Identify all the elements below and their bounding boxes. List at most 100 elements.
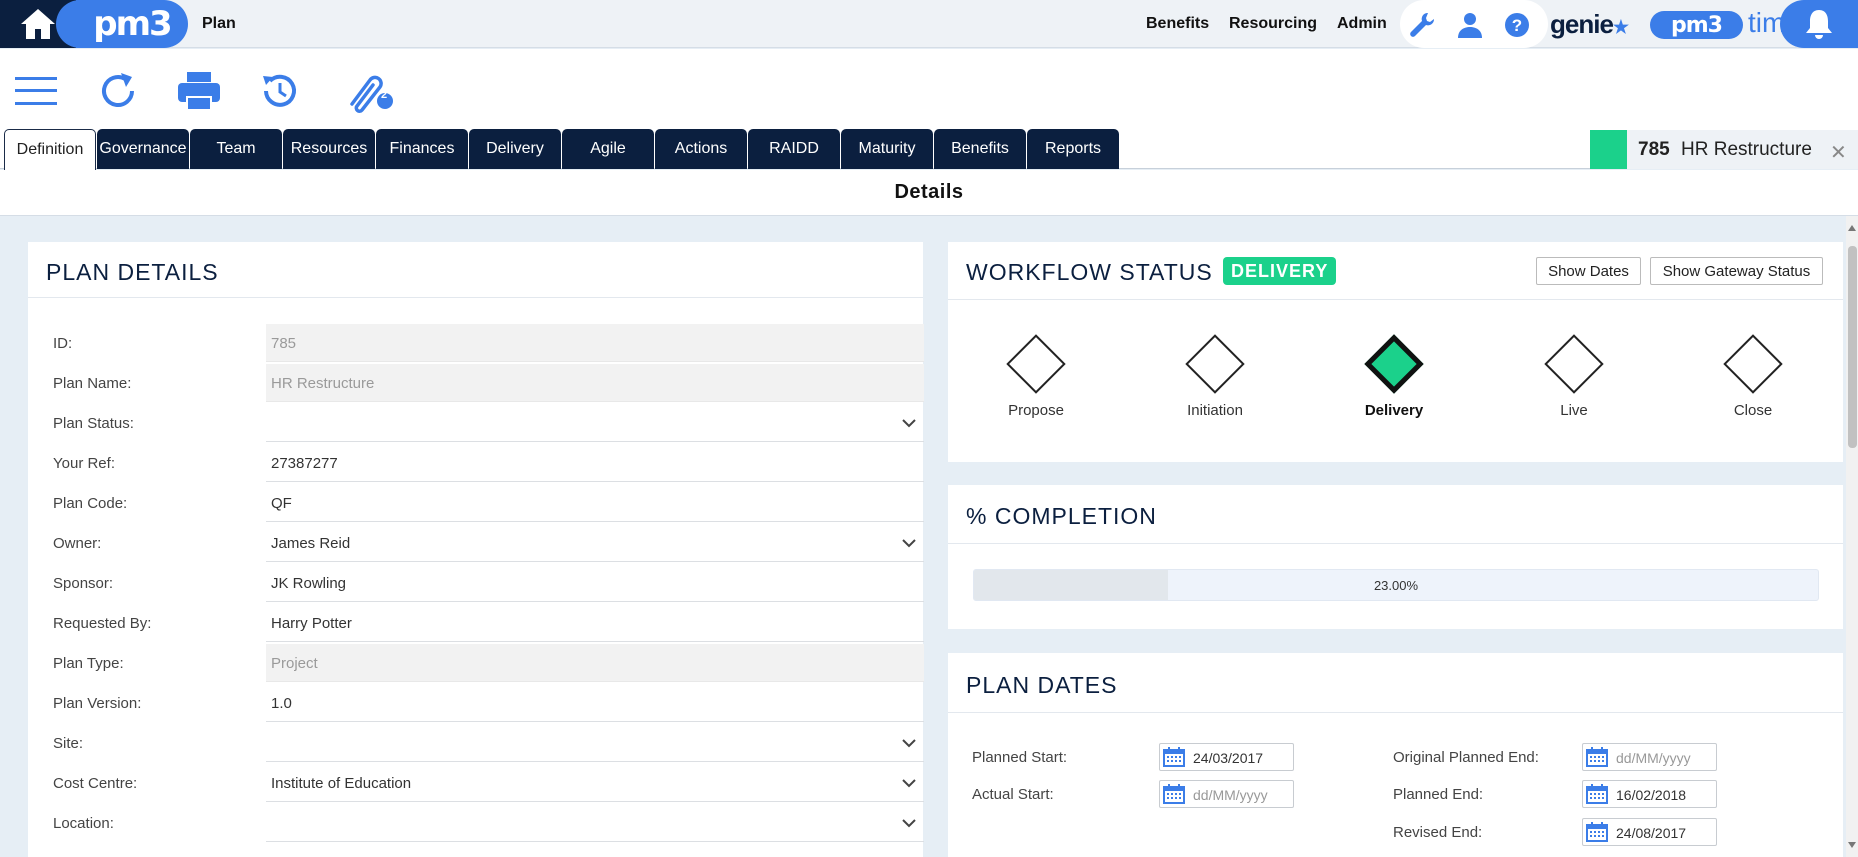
svg-text:?: ? [1512,16,1522,35]
chevron-down-icon [902,779,916,788]
tab-governance[interactable]: Governance [97,129,189,169]
location-select[interactable] [266,804,924,842]
tab-bar: Definition Governance Team Resources Fin… [0,127,1858,170]
field-location: Location: [28,803,924,843]
planned-start-input[interactable]: 24/03/2017 [1159,743,1294,771]
refresh-icon[interactable] [94,67,142,115]
attachments-icon[interactable]: 2 [340,67,396,115]
toolbar: 2 [0,49,1858,127]
help-icon[interactable]: ? [1502,10,1532,40]
scrollbar-thumb[interactable] [1848,246,1857,448]
tab-actions[interactable]: Actions [655,129,747,169]
tab-raidd[interactable]: RAIDD [748,129,840,169]
plan-code-input[interactable]: QF [266,484,924,522]
field-label: Site: [53,735,84,752]
site-select[interactable] [266,724,924,762]
tab-resources[interactable]: Resources [283,129,375,169]
panel-divider [28,297,923,298]
tab-reports[interactable]: Reports [1027,129,1119,169]
chevron-down-icon [902,739,916,748]
show-gateway-status-button[interactable]: Show Gateway Status [1650,257,1823,285]
cost-centre-select[interactable]: Institute of Education [266,764,924,802]
panel-divider [948,712,1843,713]
bell-icon [1806,10,1832,39]
tab-definition[interactable]: Definition [4,129,96,170]
plan-status-select[interactable] [266,404,924,442]
calendar-icon [1163,784,1185,804]
plan-version-input[interactable]: 1.0 [266,684,924,722]
history-icon[interactable] [256,67,304,115]
show-dates-button[interactable]: Show Dates [1536,257,1641,285]
stage-delivery[interactable]: Delivery [1330,334,1450,444]
planned-end-input[interactable]: 16/02/2018 [1582,780,1717,808]
revised-end-input[interactable]: 24/08/2017 [1582,818,1717,846]
plan-dates-panel: PLAN DATES Planned Start: 24/03/2017 Act… [948,653,1843,857]
date-value: 24/03/2017 [1193,750,1264,766]
tab-agile[interactable]: Agile [562,129,654,169]
stage-close[interactable]: Close [1689,334,1809,444]
workflow-title: WORKFLOW STATUS [966,259,1213,285]
progress-text: 23.00% [1373,578,1419,593]
calendar-icon [1586,822,1608,842]
chevron-down-icon [902,539,916,548]
nav-benefits[interactable]: Benefits [1146,15,1209,33]
requested-by-input[interactable]: Harry Potter [266,604,924,642]
current-plan-chip[interactable]: 785 HR Restructure ✕ [1590,130,1858,169]
print-icon[interactable] [175,67,223,115]
owner-select[interactable]: James Reid [266,524,924,562]
calendar-icon [1163,747,1185,767]
date-placeholder: dd/MM/yyyy [1616,750,1691,766]
close-icon[interactable]: ✕ [1830,140,1847,165]
stage-diamond-icon [1544,334,1604,394]
genie-star-icon: ★ [1612,17,1629,37]
field-value: 1.0 [271,695,292,712]
nav-admin[interactable]: Admin [1337,15,1387,33]
stage-diamond-icon [1006,334,1066,394]
wrench-icon[interactable] [1407,10,1437,40]
scroll-down-icon[interactable] [1847,841,1857,849]
field-label: Sponsor: [53,575,114,592]
actual-start-input[interactable]: dd/MM/yyyy [1159,780,1294,808]
chevron-down-icon [902,419,916,428]
tab-maturity[interactable]: Maturity [841,129,933,169]
nav-resourcing[interactable]: Resourcing [1229,15,1317,33]
original-planned-end-input[interactable]: dd/MM/yyyy [1582,743,1717,771]
stage-initiation[interactable]: Initiation [1151,334,1271,444]
pm3-time-logo[interactable]: pm3 [1650,11,1743,39]
tab-team[interactable]: Team [190,129,282,169]
field-plan-code: Plan Code: QF [28,483,924,523]
field-plan-name: Plan Name: HR Restructure [28,363,924,403]
pm3-logo[interactable]: pm3 [56,0,188,48]
scroll-up-icon[interactable] [1847,224,1857,232]
actual-start-label: Actual Start: [972,786,1054,803]
user-icon[interactable] [1455,10,1485,40]
field-requested-by: Requested By: Harry Potter [28,603,924,643]
plan-chip-id: 785 [1638,139,1670,160]
sponsor-input[interactable]: JK Rowling [266,564,924,602]
field-plan-version: Plan Version: 1.0 [28,683,924,723]
field-your-ref: Your Ref: 27387277 [28,443,924,483]
menu-icon[interactable] [12,67,60,115]
calendar-icon [1586,784,1608,804]
field-value: James Reid [271,535,351,552]
field-label: Plan Name: [53,375,132,392]
stage-label: Initiation [1187,402,1243,419]
tab-benefits[interactable]: Benefits [934,129,1026,169]
genie-logo[interactable]: genie★ [1550,9,1629,40]
field-label: Plan Version: [53,695,142,712]
stage-label: Delivery [1364,402,1424,419]
stage-label: Propose [1008,402,1064,419]
stage-live[interactable]: Live [1510,334,1630,444]
plan-chip-name: HR Restructure [1681,139,1812,160]
logo-text: pm3 [93,4,172,44]
tab-finances[interactable]: Finances [376,129,468,169]
plan-details-panel: PLAN DETAILS ID: 785 Plan Name: HR Restr… [28,242,924,857]
stage-propose[interactable]: Propose [972,334,1092,444]
field-value: JK Rowling [271,575,347,592]
notifications-button[interactable] [1780,0,1858,48]
field-label: Owner: [53,535,102,552]
field-value: 785 [271,335,297,352]
your-ref-input[interactable]: 27387277 [266,444,924,482]
tab-delivery[interactable]: Delivery [469,129,561,169]
field-site: Site: [28,723,924,763]
